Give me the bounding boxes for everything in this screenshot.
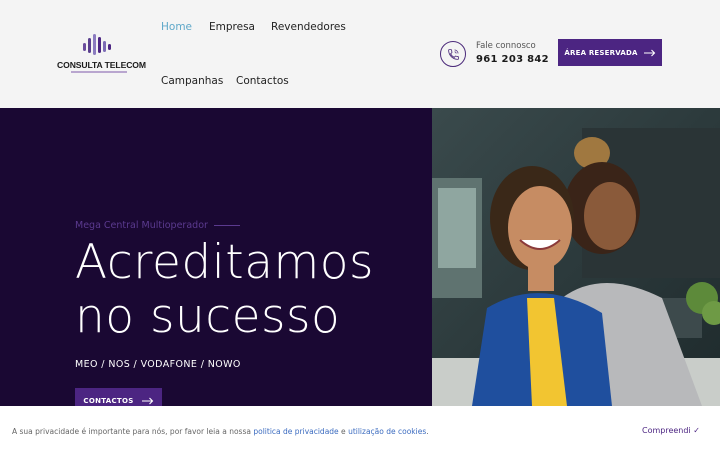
privacy-policy-link[interactable]: politica de privacidade xyxy=(253,427,338,436)
cookies-usage-link[interactable]: utilização de cookies xyxy=(348,427,426,436)
hero-eyebrow: Mega Central Multioperador xyxy=(75,220,240,231)
nav-home[interactable]: Home xyxy=(161,21,192,33)
nav-contactos[interactable]: Contactos xyxy=(236,75,289,87)
logo-text: CONSULTA TELECOM xyxy=(57,60,146,70)
hero-headline-line-2: no sucesso xyxy=(75,289,341,344)
arrow-right-icon xyxy=(141,397,153,405)
nav-revendedores[interactable]: Revendedores xyxy=(271,21,346,33)
hero-eyebrow-text: Mega Central Multioperador xyxy=(75,220,208,231)
site-header: CONSULTA TELECOM Home Empresa Revendedor… xyxy=(0,0,720,108)
logo-soundwave-icon xyxy=(83,34,111,55)
office-photo-illustration xyxy=(432,108,720,406)
cookie-text-middle: e xyxy=(338,427,349,436)
hero-headline: Acreditamos no sucesso xyxy=(75,236,374,344)
cookie-message: A sua privacidade é importante para nós,… xyxy=(12,427,429,436)
phone-icon[interactable] xyxy=(440,41,466,67)
contact-label: Fale connosco xyxy=(476,41,536,51)
hero-headline-line-1: Acreditamos xyxy=(75,235,375,290)
cookie-text-after: . xyxy=(426,427,429,436)
hero-section: Mega Central Multioperador Acreditamos n… xyxy=(0,108,720,414)
hero-image xyxy=(432,108,720,406)
eyebrow-divider xyxy=(213,225,240,226)
hero-operators: MEO / NOS / VODAFONE / NOWO xyxy=(75,359,241,370)
logo[interactable]: CONSULTA TELECOM xyxy=(57,33,146,75)
cookie-text-before: A sua privacidade é importante para nós,… xyxy=(12,427,254,436)
arrow-right-icon xyxy=(643,49,655,56)
cookie-accept-button[interactable]: Compreendi ✓ xyxy=(642,426,700,435)
nav-empresa[interactable]: Empresa xyxy=(209,21,255,33)
cookie-banner: A sua privacidade é importante para nós,… xyxy=(0,406,720,450)
contact-phone[interactable]: 961 203 842 xyxy=(476,54,549,65)
nav-campanhas[interactable]: Campanhas xyxy=(161,75,223,87)
contactos-button-label: CONTACTOS xyxy=(83,397,134,405)
reserved-area-label: ÁREA RESERVADA xyxy=(564,48,638,57)
reserved-area-button[interactable]: ÁREA RESERVADA xyxy=(558,39,662,66)
logo-tagline xyxy=(71,71,127,73)
